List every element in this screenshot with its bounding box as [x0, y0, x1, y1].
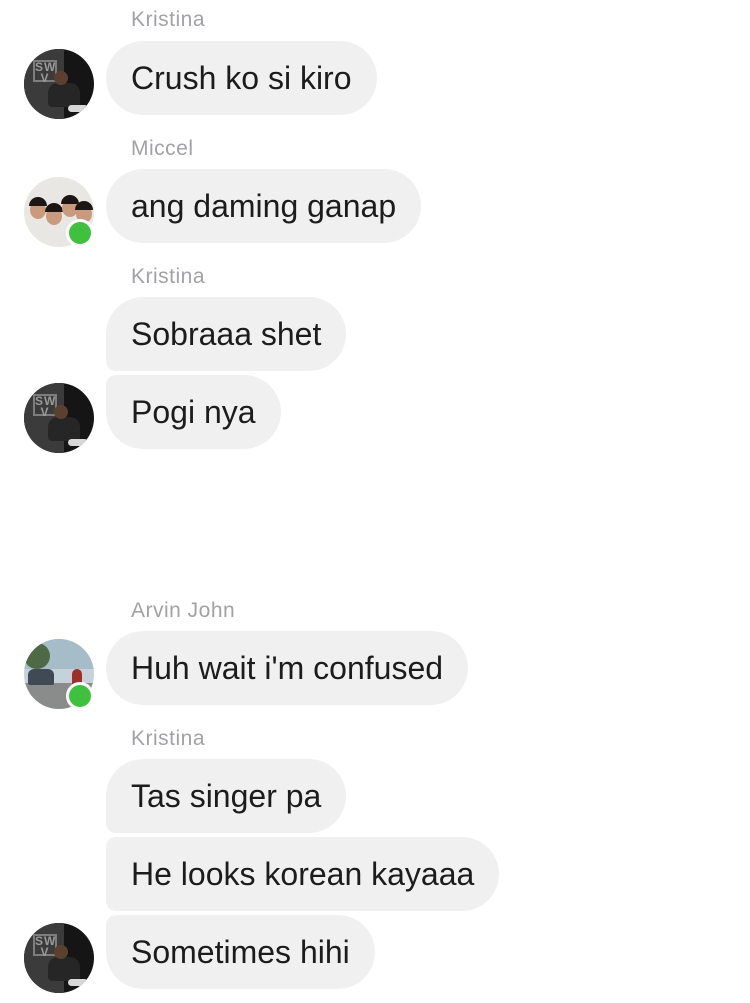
message-bubble[interactable]: He looks korean kayaaa — [106, 837, 500, 911]
kristina-avatar[interactable]: SW V — [24, 49, 94, 119]
message-bubble[interactable]: Tas singer pa — [106, 759, 347, 833]
sender-name-kristina: Kristina — [131, 265, 206, 288]
sender-name-miccel: Miccel — [131, 137, 194, 160]
message-bubble[interactable]: ang daming ganap — [106, 169, 422, 243]
sender-name-kristina: Kristina — [131, 8, 206, 31]
sender-name-kristina: Kristina — [131, 727, 206, 750]
message-bubble[interactable]: Sobraaa shet — [106, 297, 347, 371]
sender-name-arvin-john: Arvin John — [131, 599, 236, 622]
kristina-avatar[interactable]: SW V — [24, 923, 94, 993]
message-bubble[interactable]: Sometimes hihi — [106, 915, 375, 989]
kristina-avatar[interactable]: SW V — [24, 383, 94, 453]
online-status-icon — [66, 682, 94, 710]
message-bubble[interactable]: Pogi nya — [106, 375, 281, 449]
message-bubble[interactable]: Crush ko si kiro — [106, 41, 377, 115]
message-bubble[interactable]: Huh wait i'm confused — [106, 631, 469, 705]
online-status-icon — [66, 219, 94, 247]
